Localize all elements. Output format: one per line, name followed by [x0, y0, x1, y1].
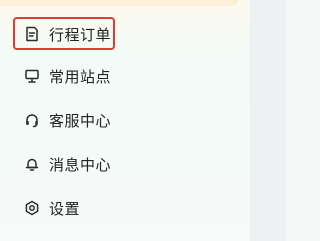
headset-icon — [24, 112, 40, 128]
menu-item-label: 消息中心 — [49, 155, 112, 174]
drawer-header-strip — [0, 0, 238, 6]
menu-item-trip-orders[interactable]: 行程订单 — [24, 22, 111, 46]
document-icon — [24, 26, 40, 42]
monitor-icon — [24, 68, 40, 84]
background-content-panel — [250, 0, 286, 241]
menu-item-label: 常用站点 — [49, 67, 112, 86]
menu-item-settings[interactable]: 设置 — [24, 196, 80, 220]
menu-item-customer-service[interactable]: 客服中心 — [24, 108, 111, 132]
gear-icon — [24, 200, 40, 216]
bell-icon — [24, 156, 40, 172]
menu-item-label: 行程订单 — [49, 25, 112, 44]
menu-item-label: 设置 — [49, 199, 81, 218]
side-drawer: 行程订单 常用站点 客服中心 消息中心 设置 — [0, 0, 250, 241]
menu-item-message-center[interactable]: 消息中心 — [24, 152, 111, 176]
menu-item-label: 客服中心 — [49, 111, 112, 130]
menu-item-frequent-stations[interactable]: 常用站点 — [24, 64, 111, 88]
